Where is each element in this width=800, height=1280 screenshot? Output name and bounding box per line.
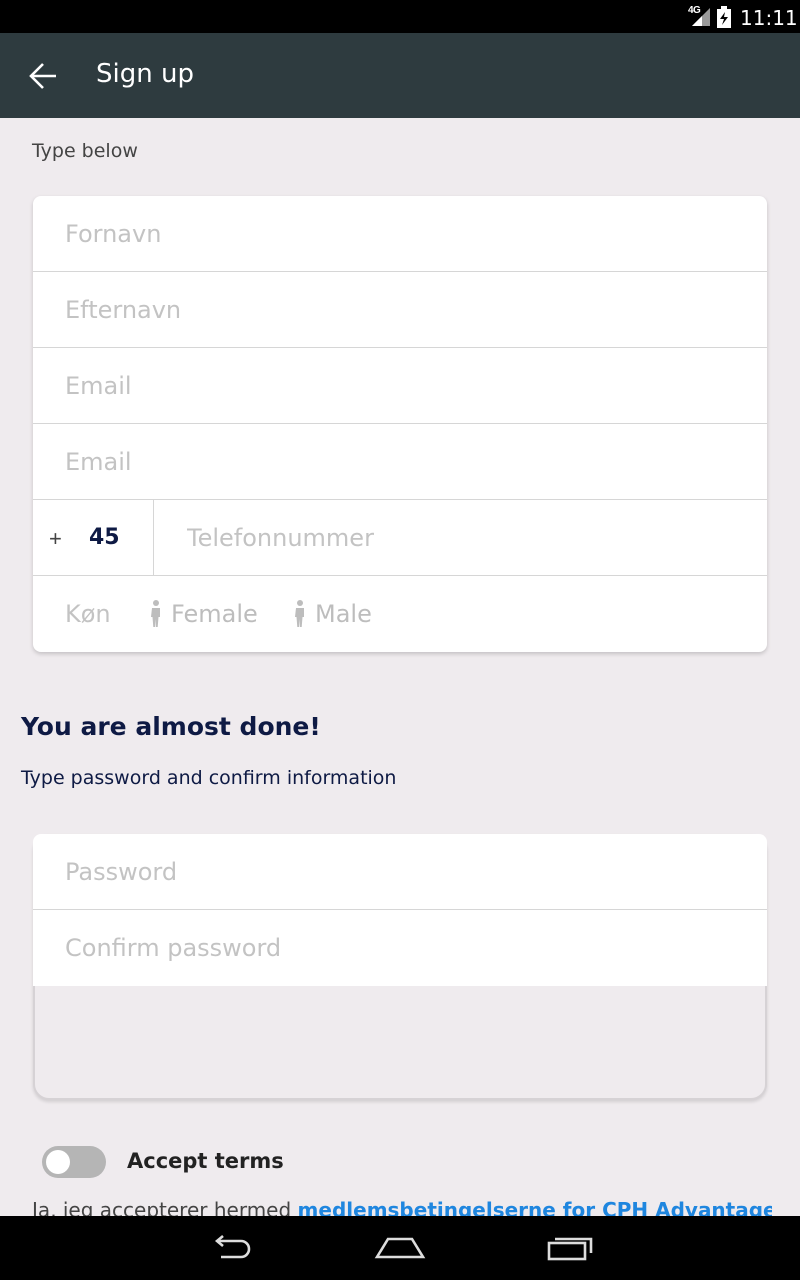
status-bar: 4G 11:11 <box>0 0 800 33</box>
section-hint: Type below <box>32 140 138 162</box>
country-code-selector[interactable]: + 45 <box>33 500 154 576</box>
password-row <box>33 834 767 910</box>
email-confirm-row <box>33 424 767 500</box>
gender-row: Køn Female Male <box>33 576 767 652</box>
password-field[interactable] <box>65 834 745 910</box>
almost-done-heading: You are almost done! <box>21 712 321 741</box>
nav-home-icon <box>374 1237 426 1259</box>
clock: 11:11 <box>740 6 798 30</box>
phone-field[interactable] <box>187 500 747 576</box>
nav-home-button[interactable] <box>370 1228 430 1268</box>
first-name-row <box>33 196 767 272</box>
first-name-field[interactable] <box>65 196 745 272</box>
person-icon <box>295 600 304 627</box>
gender-male-option[interactable]: Male <box>293 600 372 628</box>
nav-back-icon <box>214 1235 251 1259</box>
confirm-password-field[interactable] <box>65 910 745 986</box>
toggle-knob <box>46 1150 70 1174</box>
email-confirm-field[interactable] <box>65 424 745 500</box>
gender-female-option[interactable]: Female <box>149 600 258 628</box>
personal-info-card: + 45 Køn Female Male <box>33 196 767 652</box>
gender-male-label: Male <box>315 600 372 628</box>
gender-female-label: Female <box>171 600 258 628</box>
nav-back-button[interactable] <box>200 1228 260 1268</box>
accept-terms-label: Accept terms <box>127 1149 284 1173</box>
signal-icon <box>692 8 710 26</box>
person-icon <box>151 600 160 627</box>
email-row <box>33 348 767 424</box>
confirm-password-row <box>33 910 767 986</box>
last-name-row <box>33 272 767 348</box>
almost-done-subtitle: Type password and confirm information <box>21 767 397 789</box>
app-bar: Sign up <box>0 33 800 118</box>
email-field[interactable] <box>65 348 745 424</box>
nav-recents-button[interactable] <box>540 1228 600 1268</box>
back-button[interactable] <box>20 53 66 99</box>
country-code: 45 <box>89 525 120 550</box>
phone-row: + 45 <box>33 500 767 576</box>
password-container <box>33 834 767 1100</box>
system-nav-bar <box>0 1216 800 1280</box>
accept-terms-toggle[interactable] <box>42 1146 106 1178</box>
plus-symbol: + <box>49 526 62 551</box>
password-card <box>33 834 767 986</box>
nav-recents-icon <box>547 1237 593 1261</box>
gender-label: Køn <box>65 600 111 628</box>
battery-icon <box>717 6 731 28</box>
arrow-left-icon <box>29 63 56 89</box>
last-name-field[interactable] <box>65 272 745 348</box>
page-title: Sign up <box>96 59 194 89</box>
